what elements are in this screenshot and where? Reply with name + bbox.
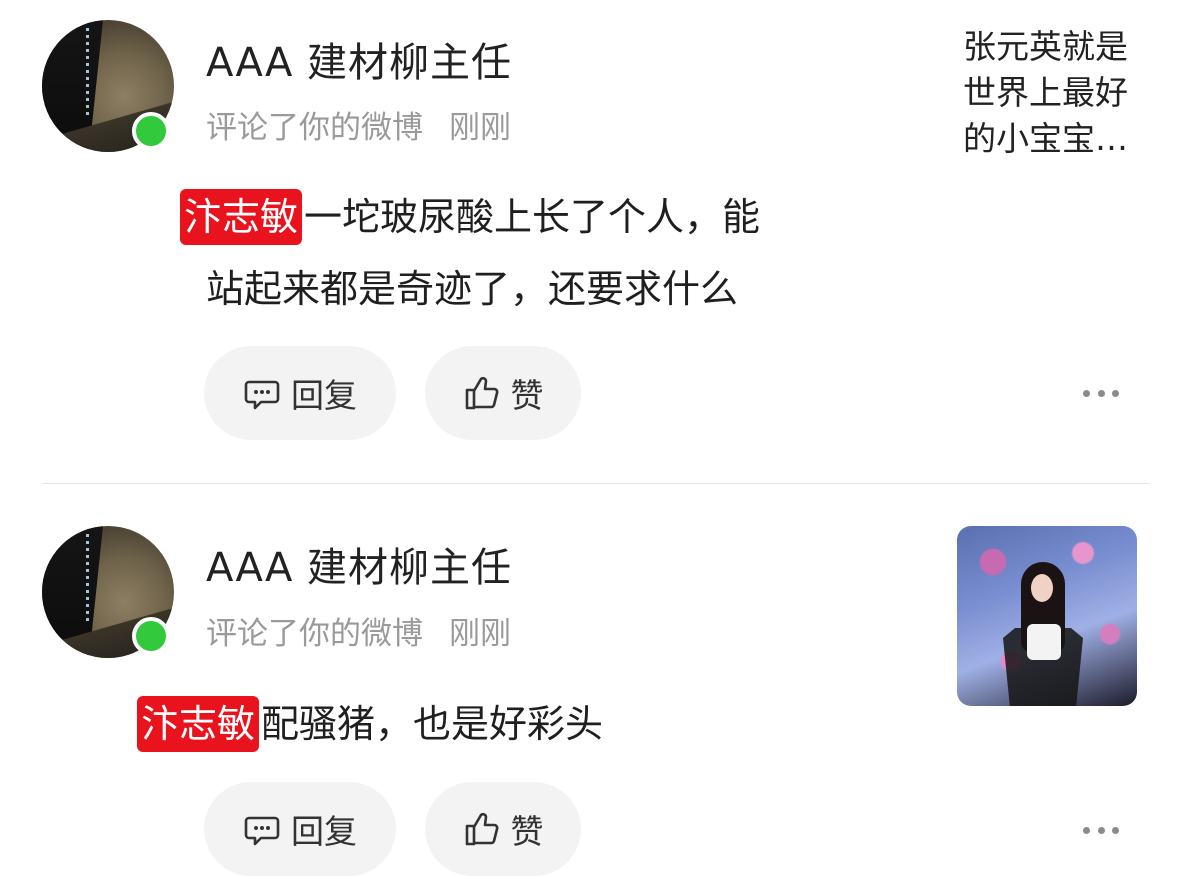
original-post-preview[interactable]: 张元英就是 世界上最好 的小宝宝… <box>963 24 1148 162</box>
mention-tag[interactable]: 汴志敏 <box>137 696 260 752</box>
mention-tag[interactable]: 汴志敏 <box>180 189 303 245</box>
thumbs-up-icon <box>465 812 498 846</box>
avatar-led-strip <box>86 534 89 624</box>
online-status-dot <box>132 112 170 150</box>
thumbnail-figure <box>1003 562 1083 706</box>
avatar-led-strip <box>86 28 89 118</box>
notification-meta: 评论了你的微博 刚刚 <box>206 102 511 147</box>
action-text: 评论了你的微博 <box>206 110 423 146</box>
comment-bubble-icon <box>244 380 280 410</box>
comment-line-2: 站起来都是奇迹了，还要求什么 <box>206 267 739 311</box>
username[interactable]: AAA 建材柳主任 <box>206 535 512 593</box>
notification-meta: 评论了你的微博 刚刚 <box>206 608 511 653</box>
action-text: 评论了你的微博 <box>206 616 423 652</box>
like-button[interactable]: 赞 <box>425 782 581 876</box>
thumbs-up-icon <box>465 376 498 410</box>
comment-text: 汴志敏 一坨玻尿酸上长了个人，能 站起来都是奇迹了，还要求什么 <box>180 181 940 325</box>
reply-label: 回复 <box>291 376 357 415</box>
notification-item[interactable]: AAA 建材柳主任 评论了你的微博 刚刚 汴志敏 一坨玻尿酸上长了个人，能 站起来都… <box>0 0 1179 485</box>
like-label: 赞 <box>510 812 544 851</box>
post-thumbnail[interactable] <box>957 526 1137 706</box>
more-dots-icon[interactable] <box>1083 388 1119 398</box>
more-dots-icon[interactable] <box>1083 825 1119 835</box>
timestamp: 刚刚 <box>449 616 511 652</box>
comment-line-1-text: 一坨玻尿酸上长了个人，能 <box>304 195 761 239</box>
timestamp: 刚刚 <box>449 110 511 146</box>
comment-bubble-icon <box>244 816 280 846</box>
comment-body: 配骚猪，也是好彩头 <box>261 702 604 746</box>
username[interactable]: AAA 建材柳主任 <box>206 30 512 88</box>
reply-button[interactable]: 回复 <box>204 782 396 876</box>
like-button[interactable]: 赞 <box>425 346 581 440</box>
notification-item[interactable]: AAA 建材柳主任 评论了你的微博 刚刚 汴志敏 配骚猪，也是好彩头 回复 赞 <box>0 485 1179 876</box>
divider <box>42 483 1149 484</box>
comment-text: 汴志敏 配骚猪，也是好彩头 <box>137 688 897 760</box>
reply-label: 回复 <box>291 812 357 851</box>
reply-button[interactable]: 回复 <box>204 346 396 440</box>
like-label: 赞 <box>510 376 544 415</box>
online-status-dot <box>132 617 170 655</box>
comment-line-1: 汴志敏 一坨玻尿酸上长了个人，能 <box>180 181 940 253</box>
